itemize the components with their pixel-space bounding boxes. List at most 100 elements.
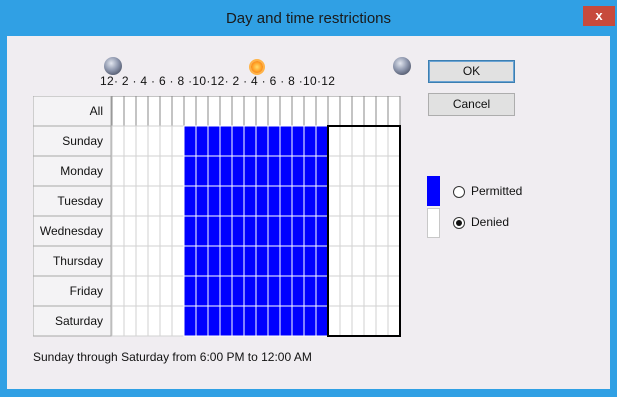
hour-cell[interactable] [339,305,353,337]
hour-cell[interactable] [219,215,233,247]
hour-header-20[interactable] [351,96,365,127]
hour-header-18[interactable] [327,96,341,127]
hour-cell[interactable] [243,125,257,157]
hour-cell[interactable] [255,215,269,247]
hour-cell[interactable] [351,275,365,307]
hour-cell[interactable] [219,305,233,337]
hour-cell[interactable] [195,275,209,307]
hour-cell[interactable] [375,305,389,337]
hour-cell[interactable] [171,155,185,187]
hour-cell[interactable] [159,275,173,307]
hour-cell[interactable] [339,155,353,187]
hour-cell[interactable] [375,185,389,217]
hour-cell[interactable] [363,275,377,307]
hour-cell[interactable] [375,125,389,157]
hour-cell[interactable] [291,275,305,307]
hour-cell[interactable] [207,155,221,187]
hour-cell[interactable] [183,185,197,217]
hour-cell[interactable] [363,305,377,337]
hour-cell[interactable] [351,215,365,247]
hour-cell[interactable] [111,275,125,307]
hour-header-22[interactable] [375,96,389,127]
hour-cell[interactable] [195,155,209,187]
hour-cell[interactable] [351,155,365,187]
hour-cell[interactable] [339,215,353,247]
hour-cell[interactable] [279,245,293,277]
hour-cell[interactable] [387,155,401,187]
hour-cell[interactable] [387,245,401,277]
hour-cell[interactable] [363,245,377,277]
hour-cell[interactable] [183,215,197,247]
hour-cell[interactable] [207,305,221,337]
hour-cell[interactable] [147,155,161,187]
hour-cell[interactable] [327,305,341,337]
hour-cell[interactable] [207,275,221,307]
hour-cell[interactable] [231,215,245,247]
hour-cell[interactable] [135,275,149,307]
hour-header-0[interactable] [111,96,125,127]
hour-cell[interactable] [339,275,353,307]
hour-cell[interactable] [387,305,401,337]
hour-cell[interactable] [231,185,245,217]
hour-header-4[interactable] [159,96,173,127]
hour-cell[interactable] [327,275,341,307]
hour-cell[interactable] [375,215,389,247]
hour-cell[interactable] [183,275,197,307]
hour-cell[interactable] [243,305,257,337]
hour-cell[interactable] [351,185,365,217]
hour-cell[interactable] [279,125,293,157]
hour-cell[interactable] [183,305,197,337]
hour-cell[interactable] [315,245,329,277]
hour-cell[interactable] [327,215,341,247]
hour-cell[interactable] [267,245,281,277]
hour-cell[interactable] [123,245,137,277]
hour-cell[interactable] [171,245,185,277]
hour-cell[interactable] [183,155,197,187]
hour-cell[interactable] [219,185,233,217]
hour-header-3[interactable] [147,96,161,127]
denied-radio[interactable] [453,217,465,229]
hour-cell[interactable] [171,275,185,307]
hour-cell[interactable] [267,125,281,157]
hour-cell[interactable] [123,275,137,307]
hour-cell[interactable] [159,125,173,157]
hour-cell[interactable] [207,245,221,277]
hour-cell[interactable] [207,185,221,217]
hour-cell[interactable] [111,125,125,157]
hour-cell[interactable] [303,185,317,217]
hour-cell[interactable] [291,185,305,217]
hour-cell[interactable] [279,215,293,247]
hour-cell[interactable] [195,215,209,247]
hour-cell[interactable] [195,245,209,277]
hour-cell[interactable] [315,275,329,307]
hour-cell[interactable] [279,185,293,217]
hour-cell[interactable] [375,155,389,187]
hour-cell[interactable] [363,215,377,247]
hour-header-6[interactable] [183,96,197,127]
close-button[interactable]: x [583,6,615,26]
hour-cell[interactable] [327,155,341,187]
hour-cell[interactable] [243,275,257,307]
hour-cell[interactable] [171,305,185,337]
hour-cell[interactable] [387,215,401,247]
hour-cell[interactable] [147,305,161,337]
hour-cell[interactable] [339,245,353,277]
hour-cell[interactable] [183,125,197,157]
hours-grid[interactable]: All Sunday Monday Tuesday Wednesday Thursday F… [33,96,405,339]
hour-cell[interactable] [291,125,305,157]
hour-cell[interactable] [315,125,329,157]
hour-cell[interactable] [243,215,257,247]
hour-cell[interactable] [339,125,353,157]
ok-button[interactable]: OK [428,60,515,83]
hour-cell[interactable] [219,275,233,307]
hour-cell[interactable] [375,275,389,307]
hour-cell[interactable] [135,215,149,247]
cancel-button[interactable]: Cancel [428,93,515,116]
hour-cell[interactable] [339,185,353,217]
hour-cell[interactable] [231,305,245,337]
hour-header-2[interactable] [135,96,149,127]
hour-header-19[interactable] [339,96,353,127]
hour-cell[interactable] [291,305,305,337]
hour-cell[interactable] [375,245,389,277]
hour-cell[interactable] [243,245,257,277]
